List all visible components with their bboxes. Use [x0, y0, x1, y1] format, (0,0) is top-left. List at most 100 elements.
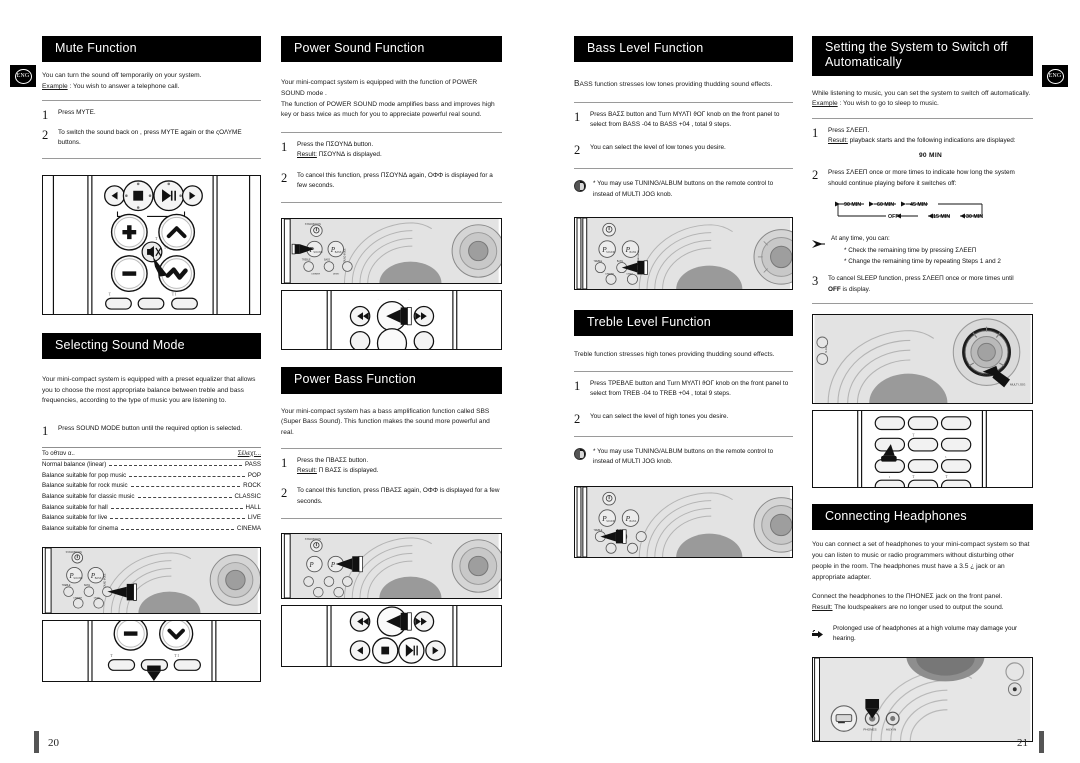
illustration-panel-power-sound: STANDBY/ON P SOUND P BASS TREBLE BASS SO… [281, 218, 502, 285]
table-row: Balance suitable for hall HALL [42, 502, 261, 513]
bass-intro-text: ASS function stresses low tones providin… [579, 81, 773, 89]
divider [812, 117, 1033, 119]
svg-text:90 MIN: 90 MIN [844, 202, 861, 208]
row-value: CINEMA [236, 524, 261, 532]
example-text: : You wish to go to sleep to music. [837, 100, 939, 108]
example-label: Example [812, 100, 838, 108]
step-text: You can select the level of low tones yo… [590, 143, 726, 151]
svg-text:ι: ι [889, 475, 891, 479]
row-description: Balance suitable for pop music [42, 471, 127, 479]
svg-text:Τ: Τ [945, 475, 948, 479]
table-row: Balance suitable for pop music POP [42, 470, 261, 481]
mute-intro-line: You can turn the sound off temporarily o… [42, 72, 202, 80]
divider [281, 131, 502, 133]
note-body: You may use TUNING/ALBUM buttons on the … [593, 448, 774, 466]
svg-text:30 MIN: 30 MIN [966, 214, 983, 220]
divider [574, 370, 793, 372]
step-item: 2 You can select the level of low tones … [574, 143, 793, 157]
svg-text:SOUND: SOUND [606, 520, 615, 523]
step-number: 2 [812, 168, 819, 183]
step-text: To switch the sound back on , press ΜΥΤΕ… [58, 129, 242, 147]
language-badge-left: ENG [10, 65, 36, 87]
svg-text:SOUND MODE: SOUND MODE [344, 248, 346, 264]
svg-text:45 MIN: 45 MIN [910, 202, 927, 208]
anytime-label: At any time, you can: [831, 235, 890, 243]
step-number: 1 [42, 107, 49, 122]
table-row: Balance suitable for cinema CINEMA [42, 523, 261, 534]
step-item: 2 To cancel this function, press ΠΒΑΣΣ a… [281, 486, 502, 507]
sleep-intro-line: While listening to music, you can set th… [812, 89, 1031, 97]
note-treble: * You may use TUNING/ALBUM buttons on th… [574, 447, 793, 468]
illustration-remote-power-sound: ˙ ˙ [281, 290, 502, 351]
power-bass-intro: Your mini-compact system has a bass ampl… [281, 407, 490, 437]
svg-text:SOUND: SOUND [606, 251, 615, 254]
svg-text:Τ: Τ [155, 236, 158, 241]
note-text: * You may use TUNING/ALBUM buttons on th… [593, 179, 793, 200]
row-description: Balance suitable for cinema [42, 524, 119, 532]
section-title-headphones: Connecting Headphones [812, 504, 1033, 531]
column-three: Bass Level Function BASS function stress… [574, 36, 793, 558]
svg-text:SOUND: SOUND [313, 251, 322, 254]
step-item: 1 Press ΤΡΕΒΛΕ button and Turn ΜΥΛΤΙ ϑΟΓ… [574, 379, 793, 400]
leader-dots [137, 497, 232, 499]
anytime-item: * Check the remaining time by pressing Σ… [844, 245, 1033, 256]
svg-text:Τ: Τ [109, 291, 112, 296]
step-action: Press ΣΛΕΕΠ. [828, 126, 870, 134]
note-body: You may use TUNING/ALBUM buttons on the … [593, 180, 774, 198]
step-text: Press the ΠΣΟΥΝΔ button. Result: ΠΣΟΥΝΔ … [297, 140, 502, 161]
row-description: Balance suitable for live [42, 514, 108, 522]
illustration-panel-treble-level: P SOUND P BASS TREBLE BASS [574, 485, 793, 558]
step-item: 2 To cancel this function, press ΠΣΟΥΝΔ … [281, 171, 502, 192]
illustration-panel-phones-jack: PHONES AUX IN [812, 656, 1033, 742]
svg-text:DEMO: DEMO [627, 273, 634, 275]
svg-text:Τ Ι: Τ Ι [164, 245, 169, 250]
svg-text:BASS: BASS [630, 520, 637, 523]
table-header-left: Το οθταν α.. [42, 449, 75, 457]
step-item: 3 To cancel SLEEP function, press ΣΛΕΕΠ … [812, 274, 1033, 295]
svg-text:Τ: Τ [912, 475, 915, 479]
svg-text:DEMO: DEMO [333, 274, 340, 276]
step-tail-text: is display. [840, 285, 871, 293]
column-two: Power Sound Function Your mini-compact s… [281, 36, 502, 668]
step-number: 2 [281, 486, 288, 501]
anytime-item-text: Change the remaining time by repeating S… [848, 258, 1001, 266]
warning-text: Prolonged use of headphones at a high vo… [833, 624, 1018, 642]
svg-text:BASS: BASS [630, 251, 637, 254]
step-item: 2 Press ΣΛΕΕΠ once or more times to indi… [812, 168, 1033, 189]
step-text: To cancel this function, press ΠΒΑΣΣ aga… [297, 487, 500, 505]
column-four: Setting the System to Switch off Automat… [812, 36, 1033, 742]
sleep-display-value: 90 MIN [918, 151, 943, 159]
svg-text:P: P [309, 562, 314, 569]
svg-text:SOUND MODE: SOUND MODE [104, 573, 106, 589]
sound-mode-intro: Your mini-compact system is equipped wit… [42, 376, 256, 405]
section-title-mute: Mute Function [42, 36, 261, 63]
row-description: Balance suitable for rock music [42, 482, 128, 490]
manual-spread: ENG ENG Mute Function You can turn the s… [0, 0, 1080, 763]
leader-dots [130, 486, 241, 488]
table-row: Balance suitable for rock music ROCK [42, 481, 261, 492]
page-number-right: 21 [1017, 737, 1028, 749]
svg-text:OFF: OFF [888, 214, 899, 220]
divider [574, 168, 793, 170]
step-number: 2 [574, 411, 581, 426]
language-badge-text: ENG [14, 68, 32, 84]
step-item: 2 You can select the level of high tones… [574, 412, 793, 426]
svg-text:60 MIN: 60 MIN [877, 202, 894, 208]
row-value: LIVE [247, 514, 261, 522]
table-header-right: Σέλεχτ... [237, 449, 261, 457]
step-item: 1 Press SOUND MODE button until the requ… [42, 424, 261, 438]
step-number: 1 [812, 125, 819, 140]
step-number: 2 [281, 170, 288, 185]
svg-text:SLEEP: SLEEP [825, 345, 828, 353]
row-description: Normal balance (linear) [42, 461, 107, 469]
example-text: : You wish to answer a telephone call. [67, 82, 180, 90]
note-bass: * You may use TUNING/ALBUM buttons on th… [574, 179, 793, 200]
illustration-panel-power-bass: STANDBY/ON P P [281, 533, 502, 600]
divider [42, 99, 261, 101]
svg-text:DEMO: DEMO [94, 597, 101, 599]
svg-text:ι: ι [945, 455, 947, 459]
step-item: 1 Press ΣΛΕΕΠ. Result: playback starts a… [812, 126, 1033, 161]
result-text: ΠΣΟΥΝΔ is displayed. [316, 151, 382, 159]
svg-text:Τ: Τ [912, 434, 915, 438]
note-bullet-icon [574, 448, 586, 461]
